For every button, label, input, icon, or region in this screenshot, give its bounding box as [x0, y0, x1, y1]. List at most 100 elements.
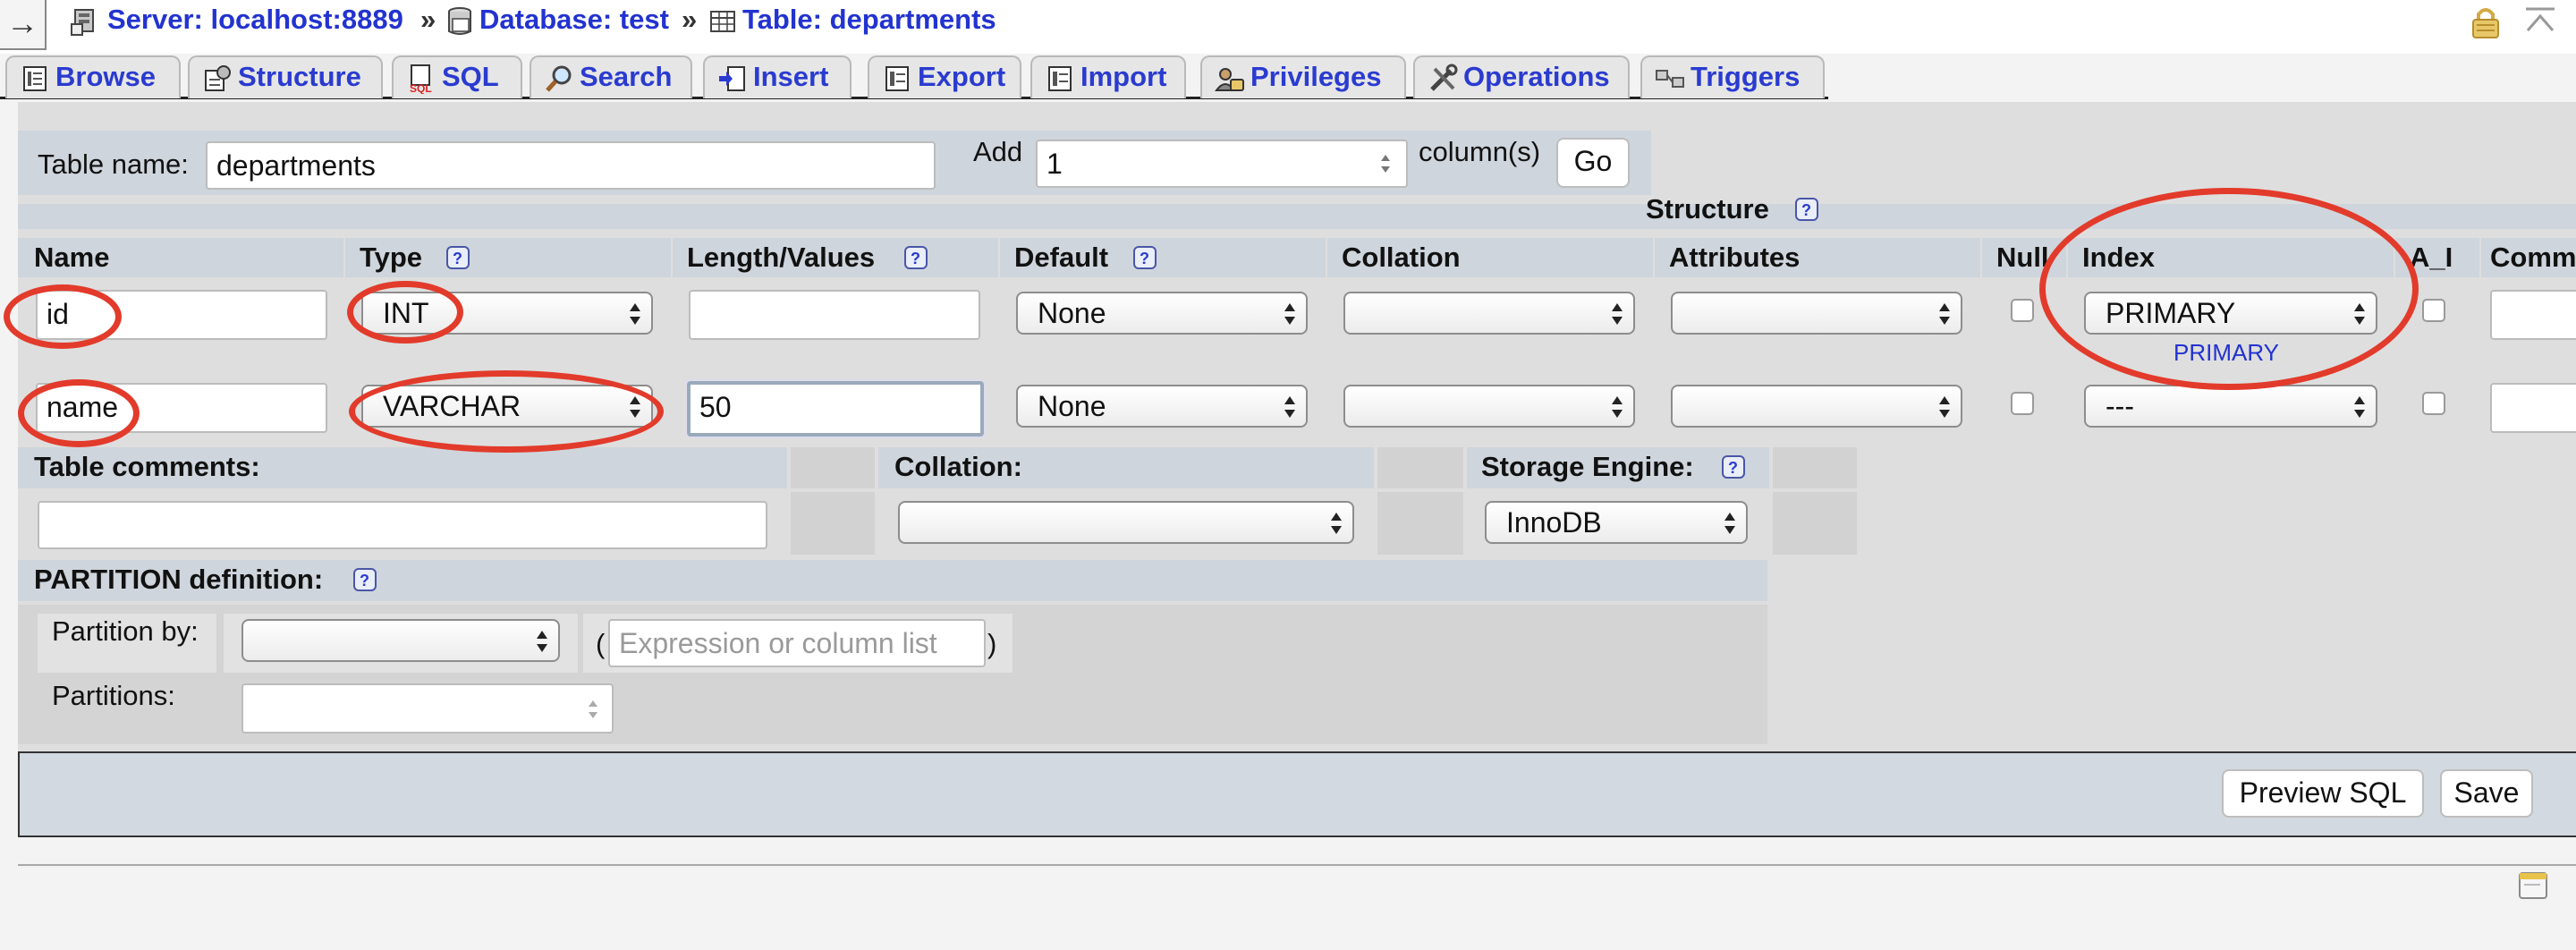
select-arrows-icon [1724, 513, 1735, 534]
column-index-value: --- [2106, 390, 2134, 422]
add-label: Add [973, 136, 1023, 167]
storage-engine-label: Storage Engine: [1481, 451, 1694, 482]
partition-by-select[interactable] [242, 619, 560, 662]
tab-insert-label: Insert [753, 61, 829, 92]
spinner-icon[interactable] [1379, 152, 1392, 175]
annotation-ellipse [2039, 188, 2419, 390]
column-header-collation: Collation [1342, 242, 1461, 273]
spacer-cell [1377, 447, 1463, 488]
tab-insert[interactable]: Insert [703, 55, 852, 98]
search-icon [546, 65, 572, 92]
partition-expression-input[interactable]: Expression or column list [608, 619, 986, 667]
lock-icon[interactable] [2470, 5, 2501, 39]
tab-export-label: Export [918, 61, 1006, 92]
tab-privileges-label: Privileges [1250, 61, 1382, 92]
help-icon[interactable]: ? [1721, 454, 1746, 479]
breadcrumb-table[interactable]: Table: departments [708, 2, 996, 41]
breadcrumb-server[interactable]: Server: localhost:8889 [70, 2, 403, 41]
column-comments-input[interactable] [2490, 290, 2576, 340]
partitions-label: Partitions: [52, 680, 175, 711]
storage-engine-select[interactable]: InnoDB [1485, 501, 1748, 544]
column-default-value: None [1038, 390, 1106, 422]
privileges-icon [1215, 68, 1244, 91]
partitions-count-input[interactable] [242, 683, 614, 734]
tab-sql-label: SQL [442, 61, 499, 92]
column-length-input[interactable] [689, 290, 980, 340]
svg-text:?: ? [1801, 201, 1811, 219]
column-header-ai: A_I [2410, 242, 2453, 273]
navigation-toggle-arrow-icon[interactable]: → [0, 0, 47, 50]
null-checkbox[interactable] [2011, 299, 2034, 322]
column-attributes-select[interactable] [1671, 292, 1962, 335]
select-arrows-icon [1284, 303, 1295, 325]
column-index-select[interactable]: --- [2084, 385, 2377, 428]
table-name-label: Table name: [38, 148, 189, 180]
tab-search-label: Search [580, 61, 673, 92]
tab-triggers[interactable]: Triggers [1640, 55, 1825, 98]
breadcrumb-database[interactable]: Database: test [445, 2, 669, 41]
select-arrows-icon [1331, 513, 1342, 534]
divider [18, 864, 2576, 866]
column-comments-input[interactable] [2490, 383, 2576, 433]
spacer-cell [791, 492, 875, 555]
console-icon[interactable] [2517, 869, 2549, 902]
column-length-input[interactable]: 50 [687, 381, 984, 437]
go-button[interactable]: Go [1556, 138, 1630, 188]
help-icon[interactable]: ? [445, 245, 470, 270]
tab-privileges[interactable]: Privileges [1200, 55, 1406, 98]
tab-browse[interactable]: Browse [5, 55, 181, 98]
select-arrows-icon [1939, 303, 1950, 325]
column-header-default: Default [1014, 242, 1109, 273]
add-columns-count-input[interactable]: 1 [1036, 140, 1408, 188]
auto-increment-checkbox[interactable] [2422, 299, 2445, 322]
tab-structure[interactable]: Structure [188, 55, 383, 98]
column-collation-select[interactable] [1343, 385, 1635, 428]
tab-import-label: Import [1080, 61, 1167, 92]
spacer-cell [791, 447, 875, 488]
column-header-attributes: Attributes [1669, 242, 1801, 273]
table-icon [710, 10, 735, 32]
column-collation-select[interactable] [1343, 292, 1635, 335]
help-icon[interactable]: ? [903, 245, 928, 270]
column-header-type: Type [360, 242, 423, 273]
tab-operations-label: Operations [1463, 61, 1610, 92]
auto-increment-checkbox[interactable] [2422, 392, 2445, 415]
collapse-arrow-icon[interactable] [2522, 5, 2558, 36]
help-icon[interactable]: ? [1132, 245, 1157, 270]
partition-by-label: Partition by: [52, 615, 199, 647]
tab-import[interactable]: Import [1030, 55, 1186, 98]
select-arrows-icon [2354, 396, 2365, 418]
svg-text:?: ? [360, 572, 369, 590]
table-collation-select[interactable] [898, 501, 1354, 544]
table-collation-label: Collation: [894, 451, 1022, 482]
tab-export[interactable]: Export [868, 55, 1021, 98]
table-name-input[interactable]: departments [206, 141, 936, 190]
breadcrumb-separator: » [420, 4, 436, 35]
columns-label: column(s) [1419, 136, 1541, 167]
help-icon[interactable]: ? [352, 567, 377, 592]
open-paren: ( [596, 628, 606, 659]
spinner-icon[interactable] [587, 698, 599, 721]
tab-operations[interactable]: Operations [1413, 55, 1630, 98]
breadcrumb-database-label: Database: test [479, 4, 669, 35]
save-button[interactable]: Save [2440, 769, 2533, 818]
select-arrows-icon [1612, 396, 1623, 418]
tab-search[interactable]: Search [530, 55, 692, 98]
close-paren: ) [987, 628, 997, 659]
triggers-icon [1656, 70, 1684, 88]
select-arrows-icon [537, 631, 547, 652]
column-default-select[interactable]: None [1016, 292, 1308, 335]
partition-definition-label: PARTITION definition: [34, 564, 324, 595]
column-header-length: Length/Values [687, 242, 876, 273]
preview-sql-button[interactable]: Preview SQL [2222, 769, 2424, 818]
column-default-value: None [1038, 297, 1106, 329]
spacer-cell [1773, 492, 1857, 555]
null-checkbox[interactable] [2011, 392, 2034, 415]
tab-triggers-label: Triggers [1690, 61, 1801, 92]
column-attributes-select[interactable] [1671, 385, 1962, 428]
svg-text:?: ? [1140, 250, 1149, 267]
table-comments-input[interactable] [38, 501, 767, 549]
column-default-select[interactable]: None [1016, 385, 1308, 428]
tab-sql[interactable]: SQL SQL [392, 55, 522, 98]
help-icon[interactable]: ? [1794, 197, 1819, 222]
